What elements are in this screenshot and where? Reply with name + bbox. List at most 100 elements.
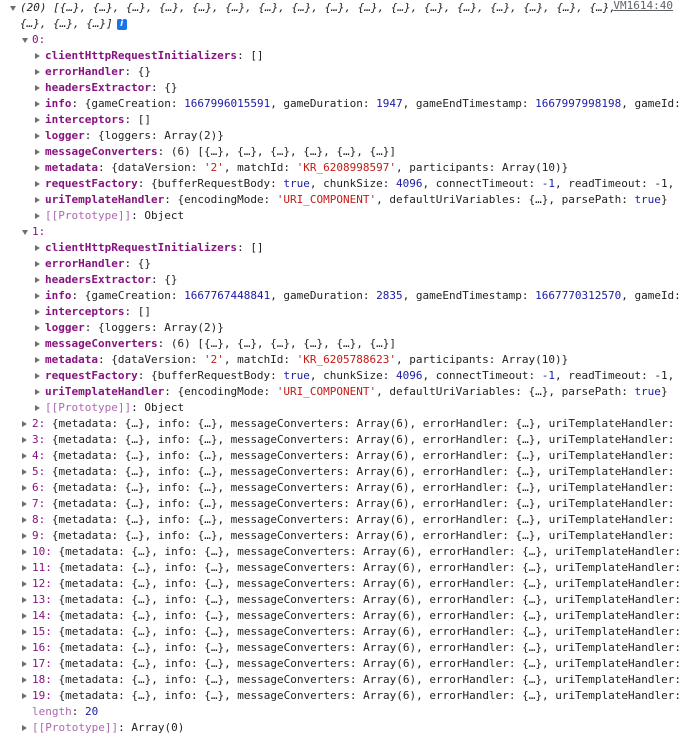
prop-metadata[interactable]: metadata: {dataVersion: '2', matchId: 'K… (0, 160, 697, 176)
collapse-arrow-icon[interactable] (35, 181, 40, 187)
collapse-arrow-icon[interactable] (22, 725, 27, 731)
array-entry-8[interactable]: 8: {metadata: {…}, info: {…}, messageCon… (0, 512, 697, 528)
collapse-arrow-icon[interactable] (35, 325, 40, 331)
collapse-arrow-icon[interactable] (22, 533, 27, 539)
prop-requestFactory[interactable]: requestFactory: {bufferRequestBody: true… (0, 176, 697, 192)
collapse-arrow-icon[interactable] (35, 405, 40, 411)
prop-headersExtractor[interactable]: headersExtractor: {} (0, 80, 697, 96)
collapse-arrow-icon[interactable] (35, 53, 40, 59)
collapse-arrow-icon[interactable] (22, 421, 27, 427)
collapse-arrow-icon[interactable] (35, 133, 40, 139)
collapse-arrow-icon[interactable] (22, 549, 27, 555)
collapse-arrow-icon[interactable] (35, 85, 40, 91)
collapse-arrow-icon[interactable] (22, 453, 27, 459)
array-entry-15[interactable]: 15: {metadata: {…}, info: {…}, messageCo… (0, 624, 697, 640)
uth-text-c: } (660, 193, 668, 206)
array-entry-1[interactable]: 1: (0, 224, 697, 240)
collapse-arrow-icon[interactable] (22, 501, 27, 507)
expand-arrow-icon[interactable] (10, 6, 16, 11)
prop-info[interactable]: info: {gameCreation: 1667767448841, game… (0, 288, 697, 304)
collapse-arrow-icon[interactable] (35, 165, 40, 171)
expand-arrow-icon[interactable] (22, 38, 28, 43)
prop-errorHandler[interactable]: errorHandler: {} (0, 256, 697, 272)
collapse-arrow-icon[interactable] (22, 469, 27, 475)
collapse-arrow-icon[interactable] (22, 597, 27, 603)
prop-requestFactory[interactable]: requestFactory: {bufferRequestBody: true… (0, 368, 697, 384)
collapse-arrow-icon[interactable] (22, 581, 27, 587)
colon: : (38, 417, 52, 430)
array-entry-14[interactable]: 14: {metadata: {…}, info: {…}, messageCo… (0, 608, 697, 624)
prop-interceptors[interactable]: interceptors: [] (0, 304, 697, 320)
prop-prototype[interactable]: [[Prototype]]: Object (0, 400, 697, 416)
array-entry-19[interactable]: 19: {metadata: {…}, info: {…}, messageCo… (0, 688, 697, 704)
meta-text-c: , participants: Array(10)} (396, 161, 569, 174)
collapse-arrow-icon[interactable] (35, 277, 40, 283)
array-entry-7[interactable]: 7: {metadata: {…}, info: {…}, messageCon… (0, 496, 697, 512)
collapse-arrow-icon[interactable] (35, 389, 40, 395)
collapse-arrow-icon[interactable] (35, 197, 40, 203)
collapse-arrow-icon[interactable] (35, 309, 40, 315)
prop-errorHandler[interactable]: errorHandler: {} (0, 64, 697, 80)
collapse-arrow-icon[interactable] (35, 341, 40, 347)
collapse-arrow-icon[interactable] (22, 661, 27, 667)
prop-prototype[interactable]: [[Prototype]]: Object (0, 208, 697, 224)
array-entry-13[interactable]: 13: {metadata: {…}, info: {…}, messageCo… (0, 592, 697, 608)
collapse-arrow-icon[interactable] (35, 373, 40, 379)
expand-arrow-icon[interactable] (22, 230, 28, 235)
array-prototype[interactable]: [[Prototype]]: Array(0) (0, 720, 697, 736)
collapse-arrow-icon[interactable] (22, 693, 27, 699)
prop-headersExtractor-key: headersExtractor (45, 81, 151, 94)
collapse-arrow-icon[interactable] (22, 485, 27, 491)
colon: : (97, 353, 112, 366)
array-entry-0[interactable]: 0: (0, 32, 697, 48)
collapse-arrow-icon[interactable] (35, 261, 40, 267)
array-summary[interactable]: (20) [{…}, {…}, {…}, {…}, {…}, {…}, {…},… (0, 0, 697, 16)
collapse-arrow-icon[interactable] (35, 213, 40, 219)
collapse-arrow-icon[interactable] (22, 613, 27, 619)
collapse-arrow-icon[interactable] (22, 437, 27, 443)
array-entry-10[interactable]: 10: {metadata: {…}, info: {…}, messageCo… (0, 544, 697, 560)
prop-uriTemplateHandler[interactable]: uriTemplateHandler: {encodingMode: 'URI_… (0, 384, 697, 400)
array-entry-6[interactable]: 6: {metadata: {…}, info: {…}, messageCon… (0, 480, 697, 496)
prop-messageConverters[interactable]: messageConverters: (6) [{…}, {…}, {…}, {… (0, 336, 697, 352)
colon: : (237, 49, 251, 62)
collapse-arrow-icon[interactable] (35, 117, 40, 123)
prop-interceptors[interactable]: interceptors: [] (0, 112, 697, 128)
array-entry-12[interactable]: 12: {metadata: {…}, info: {…}, messageCo… (0, 576, 697, 592)
collapse-arrow-icon[interactable] (35, 245, 40, 251)
collapse-arrow-icon[interactable] (35, 69, 40, 75)
colon: : (71, 705, 85, 718)
prop-logger[interactable]: logger: {loggers: Array(2)} (0, 320, 697, 336)
prop-headersExtractor[interactable]: headersExtractor: {} (0, 272, 697, 288)
collapse-arrow-icon[interactable] (35, 293, 40, 299)
collapse-arrow-icon[interactable] (35, 149, 40, 155)
collapse-arrow-icon[interactable] (22, 565, 27, 571)
info-icon[interactable]: i (116, 18, 127, 30)
prop-uriTemplateHandler[interactable]: uriTemplateHandler: {encodingMode: 'URI_… (0, 192, 697, 208)
prop-clientHttpRequestInitializers-key: clientHttpRequestInitializers (45, 49, 238, 62)
collapse-arrow-icon[interactable] (22, 677, 27, 683)
prop-clientHttpRequestInitializers[interactable]: clientHttpRequestInitializers: [] (0, 240, 697, 256)
array-entry-18[interactable]: 18: {metadata: {…}, info: {…}, messageCo… (0, 672, 697, 688)
prop-info[interactable]: info: {gameCreation: 1667996015591, game… (0, 96, 697, 112)
collapse-arrow-icon[interactable] (35, 101, 40, 107)
array-entry-11[interactable]: 11: {metadata: {…}, info: {…}, messageCo… (0, 560, 697, 576)
array-entry-4[interactable]: 4: {metadata: {…}, info: {…}, messageCon… (0, 448, 697, 464)
array-entry-16[interactable]: 16: {metadata: {…}, info: {…}, messageCo… (0, 640, 697, 656)
array-summary-cont: {…}, {…}, {…}] i (0, 16, 697, 32)
collapse-arrow-icon[interactable] (22, 517, 27, 523)
colon: : (131, 401, 145, 414)
collapse-arrow-icon[interactable] (35, 357, 40, 363)
prop-messageConverters[interactable]: messageConverters: (6) [{…}, {…}, {…}, {… (0, 144, 697, 160)
array-entry-3[interactable]: 3: {metadata: {…}, info: {…}, messageCon… (0, 432, 697, 448)
prop-clientHttpRequestInitializers[interactable]: clientHttpRequestInitializers: [] (0, 48, 697, 64)
array-entry-17[interactable]: 17: {metadata: {…}, info: {…}, messageCo… (0, 656, 697, 672)
array-entry-9[interactable]: 9: {metadata: {…}, info: {…}, messageCon… (0, 528, 697, 544)
prop-metadata[interactable]: metadata: {dataVersion: '2', matchId: 'K… (0, 352, 697, 368)
rf-text-b: , chunkSize: (309, 177, 397, 190)
array-entry-5[interactable]: 5: {metadata: {…}, info: {…}, messageCon… (0, 464, 697, 480)
array-entry-2[interactable]: 2: {metadata: {…}, info: {…}, messageCon… (0, 416, 697, 432)
collapse-arrow-icon[interactable] (22, 629, 27, 635)
prop-logger[interactable]: logger: {loggers: Array(2)} (0, 128, 697, 144)
collapse-arrow-icon[interactable] (22, 645, 27, 651)
